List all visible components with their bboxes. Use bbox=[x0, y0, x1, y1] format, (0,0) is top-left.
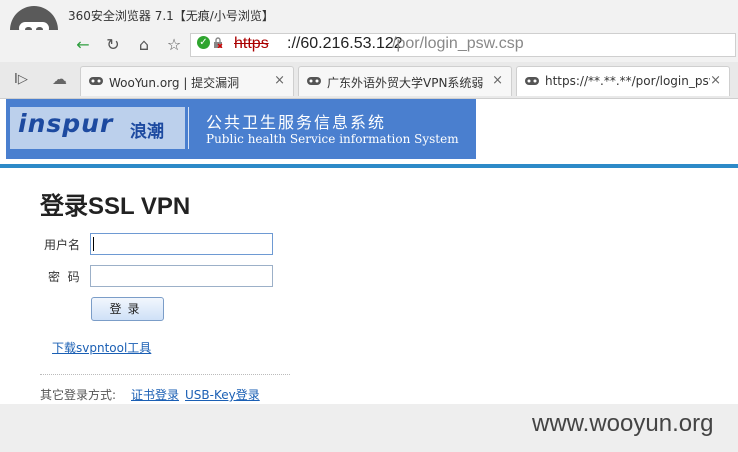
watermark-text: www.wooyun.org bbox=[532, 410, 714, 437]
url-path: /por/login_psw.csp bbox=[392, 35, 524, 52]
username-label: 用户名 bbox=[44, 238, 81, 252]
login-button[interactable]: 登录 bbox=[91, 297, 164, 321]
banner-divider bbox=[188, 107, 189, 149]
close-icon[interactable]: × bbox=[274, 73, 285, 88]
close-icon[interactable]: × bbox=[710, 73, 721, 88]
home-icon[interactable]: ⌂ bbox=[133, 33, 155, 55]
site-banner: inspur 浪潮 公共卫生服务信息系统 Public health Servi… bbox=[6, 99, 476, 159]
password-label: 密 码 bbox=[48, 270, 80, 284]
tab-vpn-report[interactable]: 广东外语外贸大学VPN系统弱 × bbox=[298, 66, 512, 96]
password-input[interactable] bbox=[90, 265, 273, 287]
tab-label: https://**.**.**/por/login_psw bbox=[545, 74, 710, 88]
back-arrow-icon[interactable]: ← bbox=[72, 33, 94, 55]
close-icon[interactable]: × bbox=[492, 73, 503, 88]
page-title: 登录SSL VPN bbox=[40, 193, 191, 220]
tab-login-page[interactable]: https://**.**.**/por/login_psw × bbox=[516, 66, 730, 96]
page-mask-icon bbox=[525, 77, 539, 85]
username-input[interactable] bbox=[90, 233, 273, 255]
tab-wooyun[interactable]: WooYun.org | 提交漏洞 × bbox=[80, 66, 294, 96]
window-title: 360安全浏览器 7.1【无痕/小号浏览】 bbox=[68, 9, 274, 23]
download-svpntool-link[interactable]: 下载svpntool工具 bbox=[52, 339, 151, 356]
page-mask-icon bbox=[89, 77, 103, 85]
brand-name-cn: 浪潮 bbox=[130, 122, 164, 142]
security-shield-icon[interactable]: ✓ bbox=[197, 36, 210, 49]
tab-label: WooYun.org | 提交漏洞 bbox=[109, 76, 240, 90]
cloud-icon[interactable]: ☁ bbox=[52, 70, 67, 88]
certificate-login-link[interactable]: 证书登录 bbox=[131, 386, 179, 403]
url-host: ://60.216.53.122 bbox=[287, 35, 403, 52]
usb-key-login-link[interactable]: USB-Key登录 bbox=[185, 386, 260, 403]
refresh-icon[interactable]: ↻ bbox=[102, 33, 124, 55]
page-mask-icon bbox=[307, 77, 321, 85]
section-divider bbox=[40, 374, 290, 375]
brand-name: inspur bbox=[18, 109, 114, 138]
other-login-methods-label: 其它登录方式: bbox=[40, 388, 117, 402]
url-scheme: https bbox=[234, 35, 269, 52]
system-title-en: Public health Service information System bbox=[206, 132, 459, 146]
header-divider bbox=[0, 164, 738, 168]
text-cursor bbox=[93, 237, 94, 251]
lock-icon[interactable] bbox=[213, 37, 223, 48]
sidebar-toggle-icon[interactable]: I▷ bbox=[14, 72, 28, 87]
favorite-star-icon[interactable]: ☆ bbox=[163, 33, 185, 55]
system-title-cn: 公共卫生服务信息系统 bbox=[206, 113, 387, 132]
tab-label: 广东外语外贸大学VPN系统弱 bbox=[327, 76, 484, 90]
